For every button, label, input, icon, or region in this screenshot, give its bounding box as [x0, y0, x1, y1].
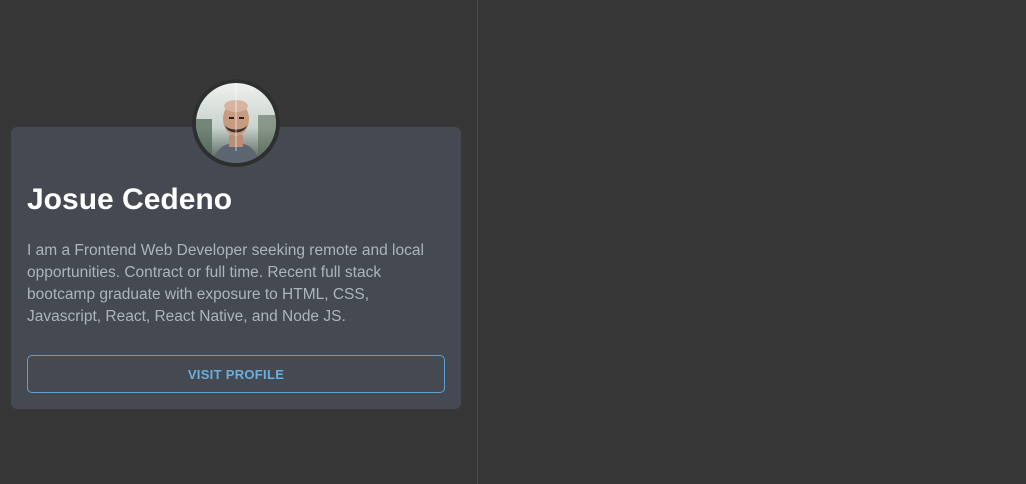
avatar-photo: [192, 79, 280, 167]
vertical-divider: [477, 0, 478, 484]
profile-bio: I am a Frontend Web Developer seeking re…: [27, 242, 424, 325]
visit-profile-button[interactable]: VISIT PROFILE: [27, 355, 445, 393]
page: Josue Cedeno I am a Frontend Web Develop…: [0, 0, 1026, 484]
profile-name: Josue Cedeno: [27, 183, 233, 216]
avatar[interactable]: [192, 79, 280, 167]
